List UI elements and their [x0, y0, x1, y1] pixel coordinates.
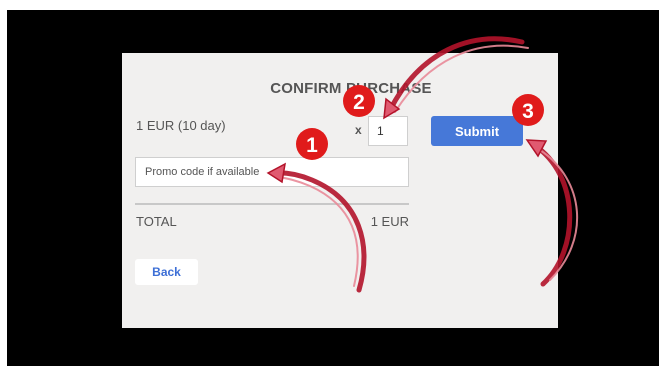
- item-description: 1 EUR (10 day): [136, 118, 226, 133]
- quantity-input[interactable]: [368, 116, 408, 146]
- back-button[interactable]: Back: [135, 259, 198, 285]
- dialog-title-text: CONFIRM PURCHASE: [270, 80, 432, 97]
- total-value: 1 EUR: [370, 214, 409, 229]
- quantity-multiplier: x: [355, 123, 362, 137]
- submit-button[interactable]: Submit: [431, 116, 523, 146]
- total-label: TOTAL: [136, 214, 177, 229]
- dialog-title: CONFIRM PURCHASE: [0, 80, 666, 97]
- divider: [135, 203, 409, 205]
- promo-code-input[interactable]: [135, 157, 409, 187]
